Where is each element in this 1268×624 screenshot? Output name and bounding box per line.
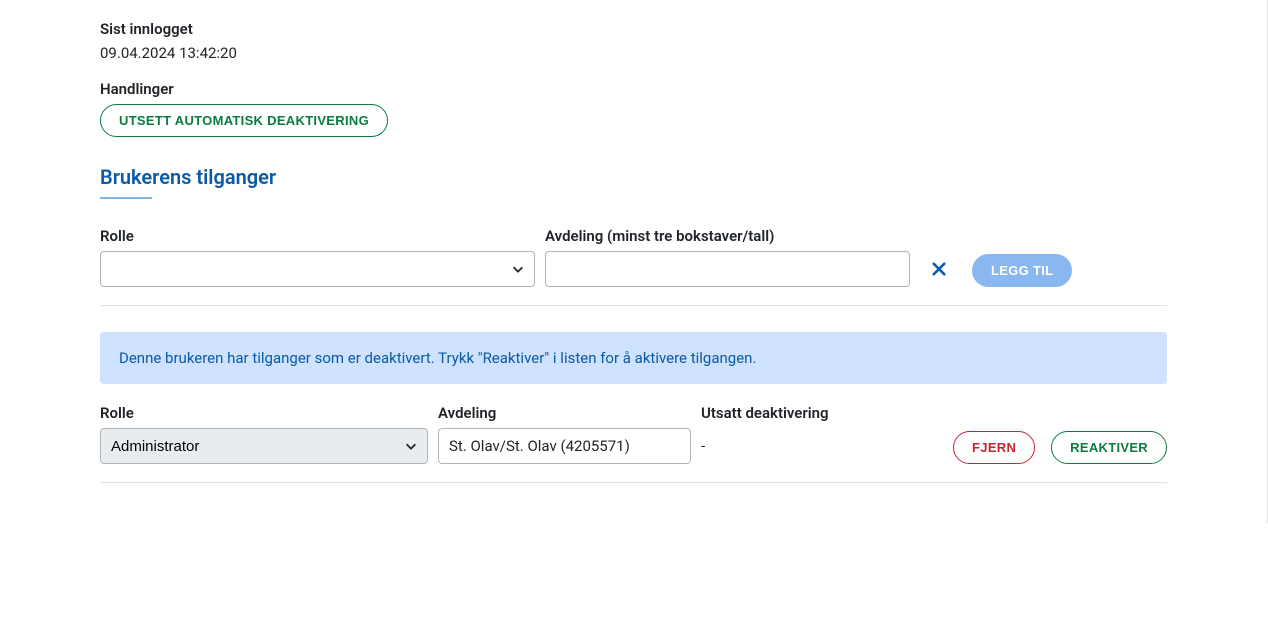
alert-message: Denne brukeren har tilganger som er deak… <box>119 349 756 367</box>
last-login-value: 09.04.2024 13:42:20 <box>100 44 1167 62</box>
postpone-deactivation-button[interactable]: UTSETT AUTOMATISK DEAKTIVERING <box>100 104 388 137</box>
actions-section: Handlinger UTSETT AUTOMATISK DEAKTIVERIN… <box>100 80 1167 137</box>
access-table-row: Rolle Avdeling St. Olav/St. Olav (420557… <box>100 404 1167 483</box>
table-department-value: St. Olav/St. Olav (4205571) <box>438 428 691 464</box>
access-heading: Brukerens tilganger <box>100 165 1167 189</box>
department-column: Avdeling (minst tre bokstaver/tall) <box>545 227 910 287</box>
role-column: Rolle <box>100 227 535 287</box>
department-input[interactable] <box>545 251 910 287</box>
table-role-column: Rolle <box>100 404 428 464</box>
role-select-wrap <box>100 251 535 287</box>
divider <box>100 305 1167 306</box>
role-label: Rolle <box>100 227 535 245</box>
last-login-label: Sist innlogget <box>100 20 1167 38</box>
add-button[interactable]: LEGG TIL <box>972 254 1072 287</box>
add-access-row: Rolle Avdeling (minst tre bokstaver/tall… <box>100 227 1167 287</box>
table-department-column: Avdeling St. Olav/St. Olav (4205571) <box>438 404 691 464</box>
deactivated-alert: Denne brukeren har tilganger som er deak… <box>100 332 1167 384</box>
table-postponed-column: Utsatt deaktivering - <box>701 404 943 464</box>
table-actions: FJERN REAKTIVER <box>953 431 1167 464</box>
table-role-header: Rolle <box>100 404 428 422</box>
table-role-select[interactable] <box>100 428 428 464</box>
table-postponed-header: Utsatt deaktivering <box>701 404 943 422</box>
last-login-section: Sist innlogget 09.04.2024 13:42:20 <box>100 20 1167 62</box>
remove-button[interactable]: FJERN <box>953 431 1035 464</box>
clear-icon[interactable] <box>924 251 954 287</box>
role-select[interactable] <box>100 251 535 287</box>
table-role-select-wrap <box>100 428 428 464</box>
heading-underline <box>100 197 152 199</box>
department-label: Avdeling (minst tre bokstaver/tall) <box>545 227 910 245</box>
actions-label: Handlinger <box>100 80 1167 98</box>
table-postponed-value: - <box>701 428 943 464</box>
reactivate-button[interactable]: REAKTIVER <box>1051 431 1167 464</box>
table-department-header: Avdeling <box>438 404 691 422</box>
